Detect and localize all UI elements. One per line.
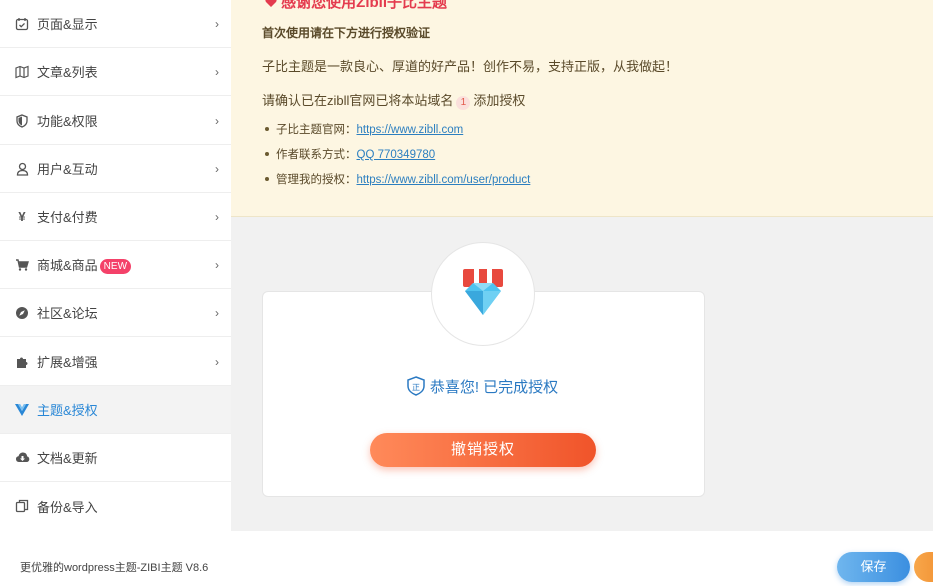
sidebar-item-label: 文档&更新: [37, 451, 98, 466]
notice-links-list: 子比主题官网：https://www.zibll.com 作者联系方式：QQ 7…: [265, 122, 530, 197]
sidebar-item-label: 功能&权限: [37, 114, 98, 129]
sidebar-item-docs-updates[interactable]: 文档&更新: [0, 434, 231, 482]
sidebar-item-payment[interactable]: ¥ 支付&付费 ›: [0, 193, 231, 241]
heart-icon: [265, 0, 277, 7]
official-site-link[interactable]: https://www.zibll.com: [357, 124, 464, 136]
list-item: 管理我的授权：https://www.zibll.com/user/produc…: [265, 172, 530, 197]
bullet-icon: [265, 177, 269, 181]
notice-line-2-pre: 请确认已在zibll官网已将本站域名: [262, 93, 454, 108]
link-label: 子比主题官网：: [276, 124, 357, 136]
chevron-right-icon: ›: [215, 305, 219, 320]
license-content-area: 正 恭喜您! 已完成授权 撤销授权: [231, 218, 933, 531]
settings-sidebar: 页面&显示 › 文章&列表 › 功能&权限 › 用户&互动 › ¥ 支付&付费 …: [0, 0, 231, 531]
version-text: 更优雅的wordpress主题-ZIBI主题 V8.6: [20, 562, 209, 574]
calendar-check-icon: [14, 16, 30, 32]
sidebar-item-page-display[interactable]: 页面&显示 ›: [0, 0, 231, 48]
diamond-medal-icon: [463, 269, 503, 315]
list-item: 子比主题官网：https://www.zibll.com: [265, 122, 530, 147]
shield-icon: [14, 113, 30, 129]
link-label: 作者联系方式：: [276, 149, 357, 161]
chevron-right-icon: ›: [215, 16, 219, 31]
new-badge: NEW: [99, 259, 132, 274]
sidebar-item-label: 备份&导入: [37, 499, 98, 515]
sidebar-item-backup-import[interactable]: 备份&导入: [0, 482, 231, 530]
sidebar-item-label: 扩展&增强: [37, 355, 98, 370]
sidebar-item-users-interaction[interactable]: 用户&互动 ›: [0, 145, 231, 193]
user-icon: [14, 161, 30, 177]
notice-line-1: 子比主题是一款良心、厚道的好产品！创作不易，支持正版，从我做起！: [262, 59, 679, 74]
license-success-message: 正 恭喜您! 已完成授权: [231, 376, 733, 400]
bullet-icon: [265, 152, 269, 156]
sidebar-item-community-forum[interactable]: 社区&论坛 ›: [0, 289, 231, 337]
sidebar-item-extensions[interactable]: 扩展&增强 ›: [0, 338, 231, 386]
author-contact-link[interactable]: QQ 770349780: [357, 149, 436, 161]
domain-count-badge: 1: [456, 96, 471, 110]
sidebar-item-label: 用户&互动: [37, 162, 98, 177]
revoke-license-button[interactable]: 撤销授权: [370, 433, 596, 467]
chevron-right-icon: ›: [215, 257, 219, 272]
sidebar-item-theme-license[interactable]: 主题&授权: [0, 386, 231, 434]
cloud-download-icon: [14, 450, 30, 466]
compass-icon: [14, 305, 30, 321]
chevron-right-icon: ›: [215, 209, 219, 224]
chevron-right-icon: ›: [215, 113, 219, 128]
sidebar-item-features-permissions[interactable]: 功能&权限 ›: [0, 97, 231, 145]
footer-bar: 更优雅的wordpress主题-ZIBI主题 V8.6: [0, 531, 933, 586]
copy-icon: [14, 498, 30, 514]
save-button[interactable]: 保存: [837, 552, 910, 582]
chevron-right-icon: ›: [215, 161, 219, 176]
notice-line-2: 请确认已在zibll官网已将本站域名 1 添加授权: [262, 90, 525, 110]
yen-icon: ¥: [18, 209, 26, 224]
chevron-right-icon: ›: [215, 64, 219, 79]
cart-icon: [14, 257, 30, 273]
sidebar-item-label: 商城&商品 NEW: [37, 255, 132, 274]
manage-license-link[interactable]: https://www.zibll.com/user/product: [357, 174, 531, 186]
sidebar-item-label-text: 商城&商品: [37, 258, 98, 273]
sidebar-item-posts-list[interactable]: 文章&列表 ›: [0, 48, 231, 96]
map-icon: [14, 64, 30, 80]
sidebar-item-label: 文章&列表: [37, 65, 98, 80]
chevron-right-icon: ›: [215, 354, 219, 369]
svg-text:正: 正: [412, 383, 420, 392]
list-item: 作者联系方式：QQ 770349780: [265, 147, 530, 172]
bullet-icon: [265, 127, 269, 131]
sidebar-item-label: 支付&付费: [37, 210, 98, 225]
sidebar-item-label: 页面&显示: [37, 17, 98, 32]
license-notice-panel: 感谢您使用Zibll子比主题 首次使用请在下方进行授权验证 子比主题是一款良心、…: [231, 0, 933, 217]
sidebar-item-label: 主题&授权: [37, 403, 98, 418]
notice-title: 感谢您使用Zibll子比主题: [265, 0, 447, 12]
notice-title-text: 感谢您使用Zibll子比主题: [281, 0, 448, 11]
sidebar-item-label: 社区&论坛: [37, 306, 98, 321]
vue-logo-icon: [14, 402, 30, 418]
sidebar-item-shop-products[interactable]: 商城&商品 NEW ›: [0, 241, 231, 289]
link-label: 管理我的授权：: [276, 174, 357, 186]
medal-badge: [431, 242, 535, 346]
puzzle-icon: [14, 354, 30, 370]
shield-check-icon: 正: [406, 376, 426, 400]
license-success-text: 恭喜您! 已完成授权: [429, 379, 559, 396]
notice-subtitle: 首次使用请在下方进行授权验证: [262, 26, 431, 40]
notice-line-2-post: 添加授权: [473, 93, 526, 108]
